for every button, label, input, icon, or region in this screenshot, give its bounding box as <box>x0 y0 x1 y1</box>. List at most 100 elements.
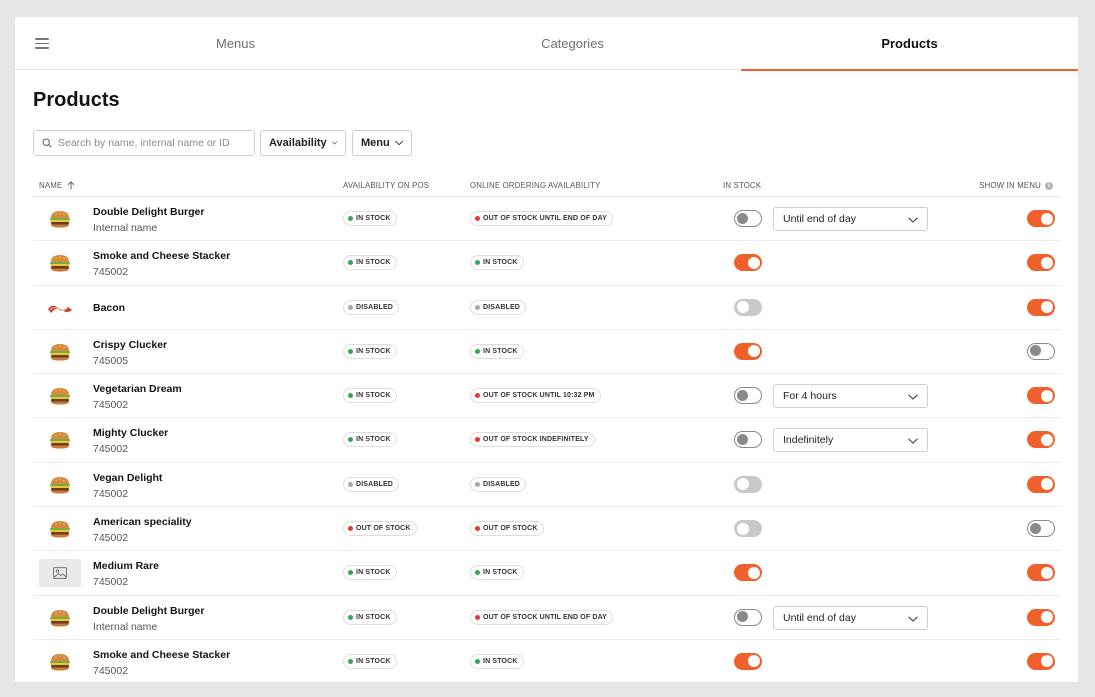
bacon-icon <box>39 294 81 322</box>
table-row[interactable]: Smoke and Cheese Stacker 745002 IN STOCK IN… <box>33 241 1061 286</box>
product-name[interactable]: Smoke and Cheese Stacker <box>93 649 230 661</box>
menu-filter-button[interactable]: Menu <box>352 130 412 156</box>
image-placeholder-icon <box>39 559 81 588</box>
hamburger-menu-icon[interactable] <box>35 38 49 49</box>
product-name[interactable]: Smoke and Cheese Stacker <box>93 250 230 262</box>
product-id: Internal name <box>93 222 158 234</box>
online-status-badge: IN STOCK <box>470 255 524 271</box>
pos-status-badge: IN STOCK <box>343 343 397 359</box>
burger-icon <box>39 604 81 632</box>
product-id: 745002 <box>93 266 129 279</box>
column-header-in-stock: IN STOCK <box>723 181 762 190</box>
show-in-menu-toggle[interactable] <box>1027 608 1055 626</box>
availability-filter-button[interactable]: Availability <box>260 130 346 156</box>
show-in-menu-toggle[interactable] <box>1027 210 1055 227</box>
in-stock-toggle[interactable] <box>734 210 762 227</box>
pos-status-badge: IN STOCK <box>343 432 397 448</box>
chevron-down-icon <box>908 217 918 223</box>
product-name[interactable]: Double Delight Burger <box>93 605 204 617</box>
show-in-menu-toggle[interactable] <box>1027 652 1055 670</box>
tab-products[interactable]: Products <box>741 17 1078 71</box>
show-in-menu-toggle[interactable] <box>1027 342 1055 360</box>
product-name[interactable]: Bacon <box>93 302 125 314</box>
product-id: 745005 <box>93 354 129 367</box>
info-icon[interactable]: i <box>1045 181 1053 190</box>
pos-status-badge: IN STOCK <box>343 653 397 669</box>
burger-icon <box>39 382 81 410</box>
table-row[interactable]: American speciality 745002 OUT OF STOCK OUT… <box>33 507 1061 552</box>
burger-icon <box>39 205 81 233</box>
in-stock-toggle[interactable] <box>734 254 762 272</box>
out-of-stock-duration-select[interactable]: For 4 hours <box>773 384 928 409</box>
chevron-down-icon <box>908 394 918 400</box>
product-id: Internal name <box>93 620 158 633</box>
in-stock-toggle[interactable] <box>734 608 762 626</box>
show-in-menu-toggle[interactable] <box>1027 475 1055 493</box>
table-row[interactable]: Vegan Delight 745002 DISABLED DISABLED <box>33 463 1061 508</box>
out-of-stock-duration-select[interactable]: Until end of day <box>773 207 928 231</box>
table-row[interactable]: Mighty Clucker 745002 IN STOCK OUT OF STOCK… <box>33 418 1061 463</box>
show-in-menu-toggle[interactable] <box>1027 431 1055 449</box>
product-name[interactable]: Crispy Clucker <box>93 339 167 351</box>
out-of-stock-duration-select[interactable]: Indefinitely <box>773 428 928 453</box>
tab-menus[interactable]: Menus <box>67 17 404 70</box>
online-status-badge: OUT OF STOCK INDEFINITELY <box>470 432 595 448</box>
in-stock-toggle[interactable] <box>734 475 762 493</box>
out-of-stock-duration-select[interactable]: Until end of day <box>773 605 928 630</box>
burger-icon <box>39 471 81 499</box>
page-title: Products <box>33 89 120 111</box>
online-status-badge: DISABLED <box>470 476 526 492</box>
table-row[interactable]: Double Delight Burger Internal name IN STO… <box>33 596 1061 640</box>
in-stock-toggle[interactable] <box>734 431 762 449</box>
in-stock-toggle[interactable] <box>734 564 762 582</box>
search-box <box>33 130 255 156</box>
product-id: 745002 <box>93 487 129 500</box>
pos-status-badge: IN STOCK <box>343 565 397 581</box>
chevron-down-icon <box>908 616 918 622</box>
table-row[interactable]: Double Delight Burger Internal name IN STO… <box>33 197 1061 242</box>
in-stock-toggle[interactable] <box>734 652 762 670</box>
online-status-badge: IN STOCK <box>470 343 524 359</box>
pos-status-badge: DISABLED <box>343 299 399 315</box>
product-name[interactable]: Vegan Delight <box>93 472 162 484</box>
table-row[interactable]: Medium Rare 745002 IN STOCK IN STOCK <box>33 551 1061 596</box>
table-header: NAME AVAILABILITY ON POS ONLINE ORDERING… <box>33 174 1061 197</box>
column-header-online: ONLINE ORDERING AVAILABILITY <box>470 181 601 190</box>
in-stock-toggle[interactable] <box>734 387 762 405</box>
chevron-down-icon <box>331 141 337 145</box>
table-row[interactable]: Bacon DISABLED DISABLED <box>33 286 1061 330</box>
online-status-badge: OUT OF STOCK UNTIL 10:32 PM <box>470 388 601 404</box>
sort-ascending-icon <box>68 181 75 190</box>
table-row[interactable]: Vegetarian Dream 745002 IN STOCK OUT OF STO… <box>33 374 1061 419</box>
in-stock-toggle[interactable] <box>734 520 762 538</box>
show-in-menu-toggle[interactable] <box>1027 520 1055 538</box>
tab-categories[interactable]: Categories <box>404 17 741 70</box>
column-header-name[interactable]: NAME <box>39 181 75 190</box>
column-header-pos: AVAILABILITY ON POS <box>343 181 430 190</box>
table-row[interactable]: Crispy Clucker 745005 IN STOCK IN STOCK <box>33 330 1061 375</box>
chevron-down-icon <box>394 140 403 146</box>
show-in-menu-toggle[interactable] <box>1027 298 1055 316</box>
table-row[interactable]: Smoke and Cheese Stacker 745002 IN STOCK IN… <box>33 640 1061 682</box>
show-in-menu-toggle[interactable] <box>1027 387 1055 405</box>
product-name[interactable]: Double Delight Burger <box>93 206 204 218</box>
burger-icon <box>39 249 81 277</box>
online-status-badge: IN STOCK <box>470 653 524 669</box>
product-name[interactable]: Mighty Clucker <box>93 427 168 439</box>
show-in-menu-toggle[interactable] <box>1027 254 1055 272</box>
search-input[interactable] <box>58 137 248 149</box>
search-icon <box>42 138 52 148</box>
in-stock-toggle[interactable] <box>734 342 762 360</box>
pos-status-badge: IN STOCK <box>343 388 397 404</box>
products-table-body: Double Delight Burger Internal name IN STO… <box>33 197 1061 682</box>
product-name[interactable]: Medium Rare <box>93 560 159 572</box>
in-stock-toggle[interactable] <box>734 298 762 316</box>
online-status-badge: OUT OF STOCK UNTIL END OF DAY <box>470 609 614 625</box>
burger-icon <box>39 648 81 676</box>
product-name[interactable]: American speciality <box>93 516 192 528</box>
product-name[interactable]: Vegetarian Dream <box>93 383 182 395</box>
pos-status-badge: IN STOCK <box>343 255 397 271</box>
pos-status-badge: DISABLED <box>343 476 399 492</box>
show-in-menu-toggle[interactable] <box>1027 564 1055 582</box>
app-window: Menus Categories Products Products Avail… <box>15 17 1078 682</box>
